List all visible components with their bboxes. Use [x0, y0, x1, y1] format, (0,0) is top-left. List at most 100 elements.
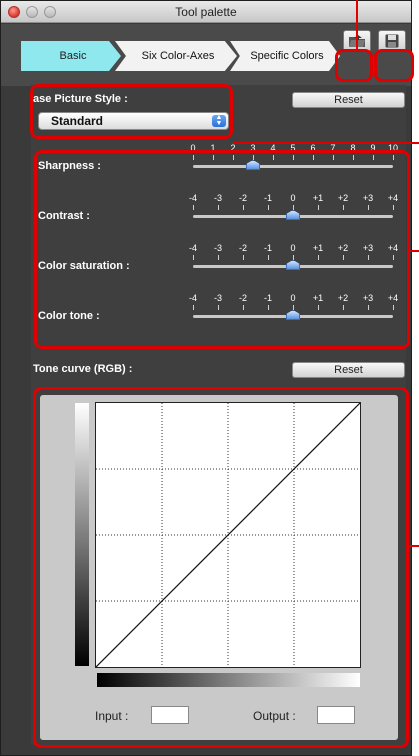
- scale-tick-label: +2: [337, 293, 349, 303]
- slider-tick: [368, 305, 369, 310]
- scale-tick-label: -1: [263, 243, 273, 253]
- slider-tick: [213, 155, 214, 160]
- slider-tick: [318, 205, 319, 210]
- picture-style-reset-button[interactable]: Reset: [292, 92, 405, 108]
- scale-tick-label: -4: [188, 243, 198, 253]
- slider-tick: [293, 205, 294, 210]
- slider-tick: [318, 305, 319, 310]
- scale-tick-label: 4: [270, 143, 276, 153]
- select-stepper-icon: ▲ ▼: [212, 114, 226, 127]
- scale-tick-label: 0: [290, 243, 296, 253]
- scale-tick-label: 9: [370, 143, 376, 153]
- slider-label: Contrast :: [38, 210, 90, 222]
- slider-tick: [268, 205, 269, 210]
- scale-tick-label: 3: [250, 143, 256, 153]
- scale-tick-label: +3: [362, 293, 374, 303]
- scale-tick-label: +4: [387, 193, 399, 203]
- load-file-button[interactable]: [343, 30, 371, 52]
- scale-tick-label: +1: [312, 293, 324, 303]
- scale-tick-label: 0: [290, 293, 296, 303]
- scale-tick-label: 8: [350, 143, 356, 153]
- scale-tick-label: +4: [387, 293, 399, 303]
- slider-tick: [293, 305, 294, 310]
- scale-tick-label: -1: [263, 193, 273, 203]
- slider-tick: [218, 205, 219, 210]
- input-field[interactable]: [151, 706, 189, 724]
- slider-tick: [293, 155, 294, 160]
- scale-tick-label: +3: [362, 243, 374, 253]
- tab-specific-colors-label: Specific Colors: [250, 50, 324, 62]
- title-bar[interactable]: Tool palette: [1, 1, 411, 23]
- scale-tick-label: 2: [230, 143, 236, 153]
- window-title: Tool palette: [175, 5, 237, 19]
- scale-tick-label: +3: [362, 193, 374, 203]
- slider-tick: [193, 305, 194, 310]
- tab-basic-label: Basic: [59, 50, 87, 62]
- slider-tick: [313, 155, 314, 160]
- slider-label: Color saturation :: [38, 260, 130, 272]
- slider-tick: [333, 155, 334, 160]
- scale-tick-label: +2: [337, 193, 349, 203]
- slider-tick: [193, 255, 194, 260]
- slider-tick: [343, 205, 344, 210]
- tone-curve-graph[interactable]: [95, 402, 361, 668]
- scale-tick-label: -4: [188, 293, 198, 303]
- scale-tick-label: -4: [188, 193, 198, 203]
- tab-six-color-axes[interactable]: Six Color-Axes: [115, 41, 237, 71]
- tab-six-color-axes-label: Six Color-Axes: [141, 50, 215, 62]
- slider-tick: [393, 155, 394, 160]
- slider-tick: [393, 255, 394, 260]
- scale-tick-label: +2: [337, 243, 349, 253]
- output-label: Output :: [253, 709, 296, 723]
- scale-tick-label: -2: [238, 193, 248, 203]
- tab-specific-colors[interactable]: Specific Colors: [230, 41, 340, 71]
- tab-basic[interactable]: Basic: [21, 41, 121, 71]
- scale-tick-label: 10: [387, 143, 399, 153]
- scale-tick-label: 6: [310, 143, 316, 153]
- open-folder-icon: [349, 35, 365, 47]
- scale-tick-label: -1: [263, 293, 273, 303]
- output-gradient-bar: [75, 403, 89, 666]
- slider-tick: [243, 205, 244, 210]
- save-file-button[interactable]: [378, 30, 406, 52]
- slider-tick: [193, 155, 194, 160]
- slider-tick: [393, 205, 394, 210]
- scale-tick-label: 5: [290, 143, 296, 153]
- scale-tick-label: -3: [213, 193, 223, 203]
- slider-tick: [243, 255, 244, 260]
- input-label: Input :: [95, 709, 129, 723]
- floppy-disk-icon: [385, 34, 399, 48]
- scale-tick-label: 0: [190, 143, 196, 153]
- tone-curve-plot: [95, 402, 361, 668]
- tone-curve-reset-button[interactable]: Reset: [292, 362, 405, 378]
- slider-tick: [268, 305, 269, 310]
- slider-tick: [243, 305, 244, 310]
- scale-tick-label: 1: [210, 143, 216, 153]
- picture-style-label: ase Picture Style :: [33, 93, 128, 105]
- slider-tick: [368, 205, 369, 210]
- scale-tick-label: -2: [238, 243, 248, 253]
- scale-tick-label: -3: [213, 293, 223, 303]
- slider-tick: [343, 305, 344, 310]
- picture-style-value: Standard: [51, 114, 104, 128]
- picture-style-select[interactable]: Standard ▲ ▼: [38, 112, 229, 130]
- scale-tick-label: +1: [312, 193, 324, 203]
- scale-tick-label: 7: [330, 143, 336, 153]
- slider-tick: [343, 255, 344, 260]
- slider-tick: [373, 155, 374, 160]
- slider-track[interactable]: [193, 165, 393, 168]
- scale-tick-label: +1: [312, 243, 324, 253]
- slider-tick: [368, 255, 369, 260]
- input-gradient-bar: [97, 673, 360, 687]
- slider-label: Color tone :: [38, 310, 100, 322]
- slider-tick: [218, 255, 219, 260]
- slider-tick: [233, 155, 234, 160]
- slider-tick: [353, 155, 354, 160]
- slider-label: Sharpness :: [38, 160, 101, 172]
- slider-tick: [393, 305, 394, 310]
- tone-curve-label: Tone curve (RGB) :: [33, 363, 133, 375]
- slider-tick: [293, 255, 294, 260]
- slider-tick: [268, 255, 269, 260]
- output-field[interactable]: [317, 706, 355, 724]
- slider-tick: [218, 305, 219, 310]
